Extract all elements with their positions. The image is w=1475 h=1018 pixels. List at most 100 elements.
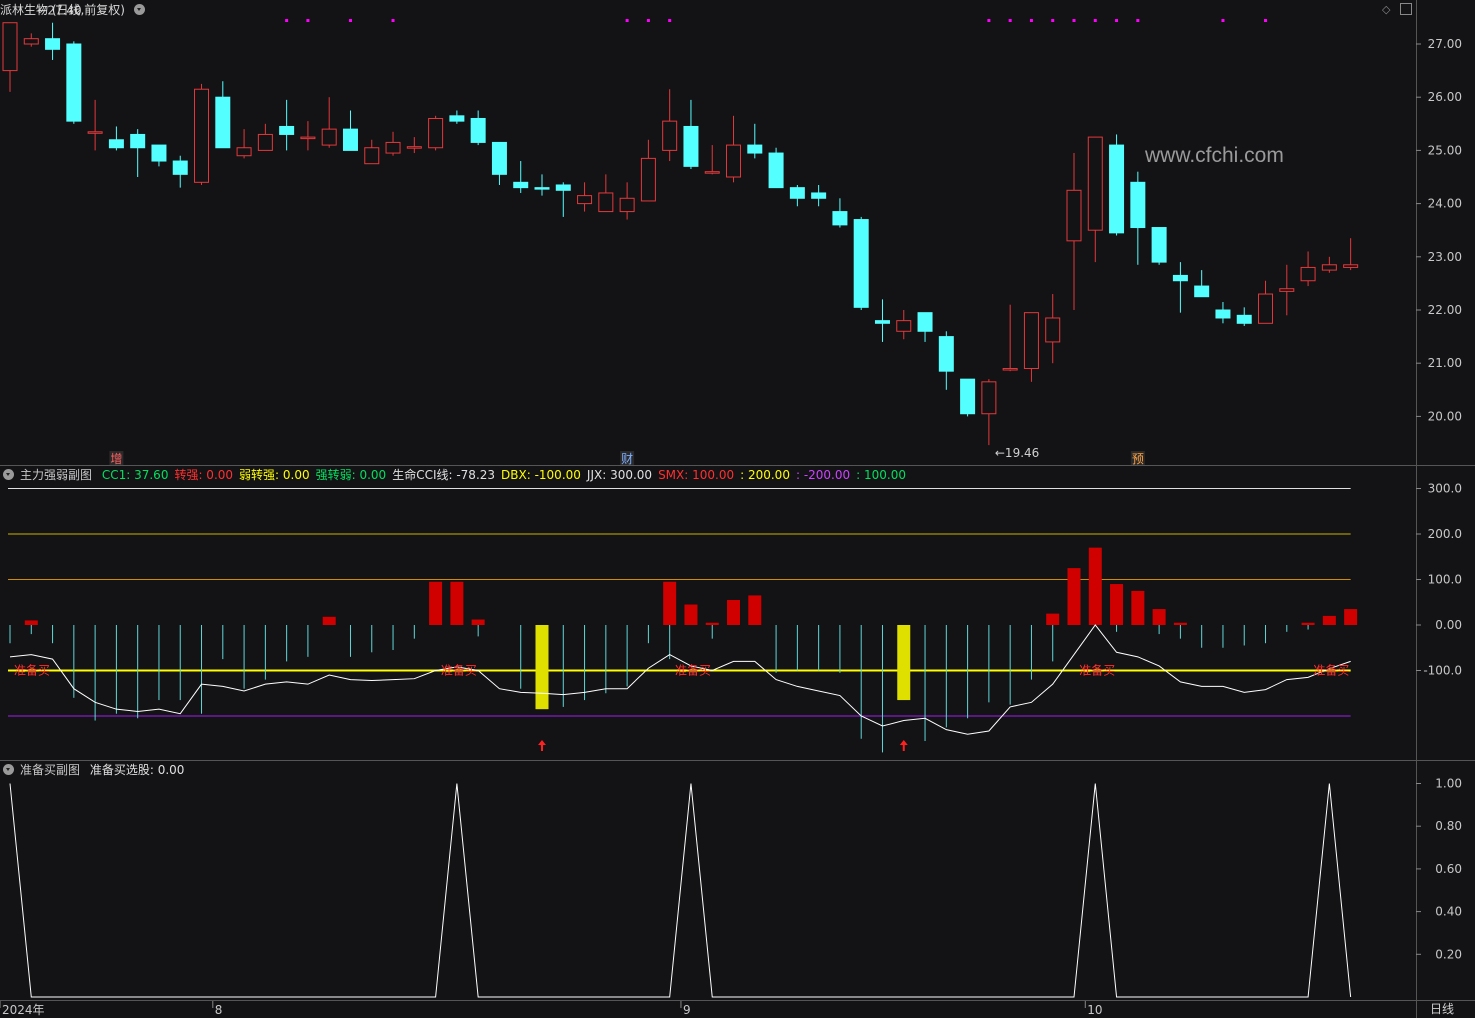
candle-body [215,96,231,149]
red-bar [429,581,443,625]
signal-dot [391,19,395,22]
candle-body [87,131,103,134]
candle-body [45,38,61,50]
red-bar [1301,622,1315,625]
signal-dot [668,19,672,22]
buy-label: 准备买 [1313,664,1349,678]
diamond-icon[interactable]: ◇ [1382,3,1390,16]
candle-body [66,43,82,122]
red-bar [1344,609,1358,625]
chevron-down-icon[interactable] [134,4,145,15]
candle-body [1130,181,1146,229]
red-bar [1110,584,1124,625]
candle-body [321,128,337,146]
indicator-field-4: 生命CCI线: -78.23 [392,468,496,482]
red-bar [1152,609,1166,625]
signal-dot [285,19,289,22]
candle-body [832,211,848,226]
buy-label: 准备买 [14,664,50,678]
candle-body [619,197,635,213]
red-bar [748,595,762,625]
candle-body [406,146,422,149]
indicator-field-7: SMX: 100.00 [658,468,735,482]
red-bar [1173,622,1187,625]
signal-dot [1008,19,1012,22]
red-bar [1046,613,1060,625]
candle-body [534,187,550,190]
candle-body [1279,288,1295,292]
event-marker: 增 [110,452,122,466]
candle-body [449,115,465,122]
signal-dot [1136,19,1140,22]
buy-panel-name: 准备买副图 [20,763,81,777]
candle-body [108,139,124,149]
indicator-field-2: 弱转强: 0.00 [239,468,310,482]
candle-body [1172,274,1188,282]
event-marker: 财 [621,452,633,466]
watermark: www.cfchi.com [1145,144,1284,167]
restore-icon[interactable] [1400,3,1412,15]
y-tick-label: 26.00 [1428,90,1462,104]
candle-body [789,187,805,199]
candle-body [640,157,656,202]
candle-body [2,22,18,72]
candle-body [726,144,742,178]
indicator-field-6: JJX: 300.00 [586,468,653,482]
indicator-field-0: CC1: 37.60 [101,468,169,482]
candle-body [300,136,316,140]
candle-body [23,38,39,45]
price-annotation: ←19.46 [995,446,1039,460]
red-bar [727,599,741,625]
red-bar [24,620,38,625]
red-bar [1322,615,1336,625]
indicator-field-5: DBX: -100.00 [501,468,581,482]
candle-body [662,120,678,151]
red-bar [684,604,698,625]
chevron-down-icon[interactable] [3,764,14,775]
y-tick-label: 0.20 [1435,947,1462,961]
signal-dot [348,19,352,22]
buy-label: 准备买 [1079,664,1115,678]
signal-dot [1264,19,1268,22]
chevron-down-icon[interactable] [3,469,14,480]
y-tick-label: 23.00 [1428,250,1462,264]
candle-body [811,192,827,199]
candle-body [1002,368,1018,371]
candle-body [172,160,188,175]
signal-dot [987,19,991,22]
candle-body [1236,314,1252,324]
y-tick-label: 22.00 [1428,303,1462,317]
candle-body [236,147,252,157]
red-bar [322,616,336,625]
y-tick-label: 21.00 [1428,356,1462,370]
x-tick-label: 10 [1087,1003,1102,1017]
indicator-field-9: : -200.00 [795,468,851,482]
candle-body [1023,312,1039,370]
indicator-field-10: : 100.00 [856,468,907,482]
candle-body [938,336,954,372]
y-tick-label: 24.00 [1428,197,1462,211]
candle-body [1343,264,1359,268]
stock-title: 派林生物 (日线,前复权) [0,3,125,17]
candle-body [1215,309,1231,319]
candle-body [194,88,210,183]
red-bar [1131,590,1145,625]
y-tick-label: 200.0 [1428,527,1462,541]
signal-dot [306,19,310,22]
red-bar [1088,547,1102,625]
candle-body [342,128,358,151]
candle-body [470,117,486,143]
red-bar [663,581,677,625]
x-tick-label: 8 [215,1003,223,1017]
candle-body [257,133,273,151]
candle-body [513,181,529,189]
candle-body [428,117,444,149]
period-label[interactable]: 日线 [1430,1001,1454,1017]
candle-body [1066,189,1082,242]
indicator-field-3: 强转弱: 0.00 [315,468,387,482]
x-tick-label: 9 [683,1003,691,1017]
signal-dot [1115,19,1119,22]
indicator-panel-header: 主力强弱副图 CC1: 37.60 转强: 0.00 弱转强: 0.00 强转弱: 0… [0,467,912,483]
candle-body [385,141,401,154]
candle-body [577,195,593,205]
